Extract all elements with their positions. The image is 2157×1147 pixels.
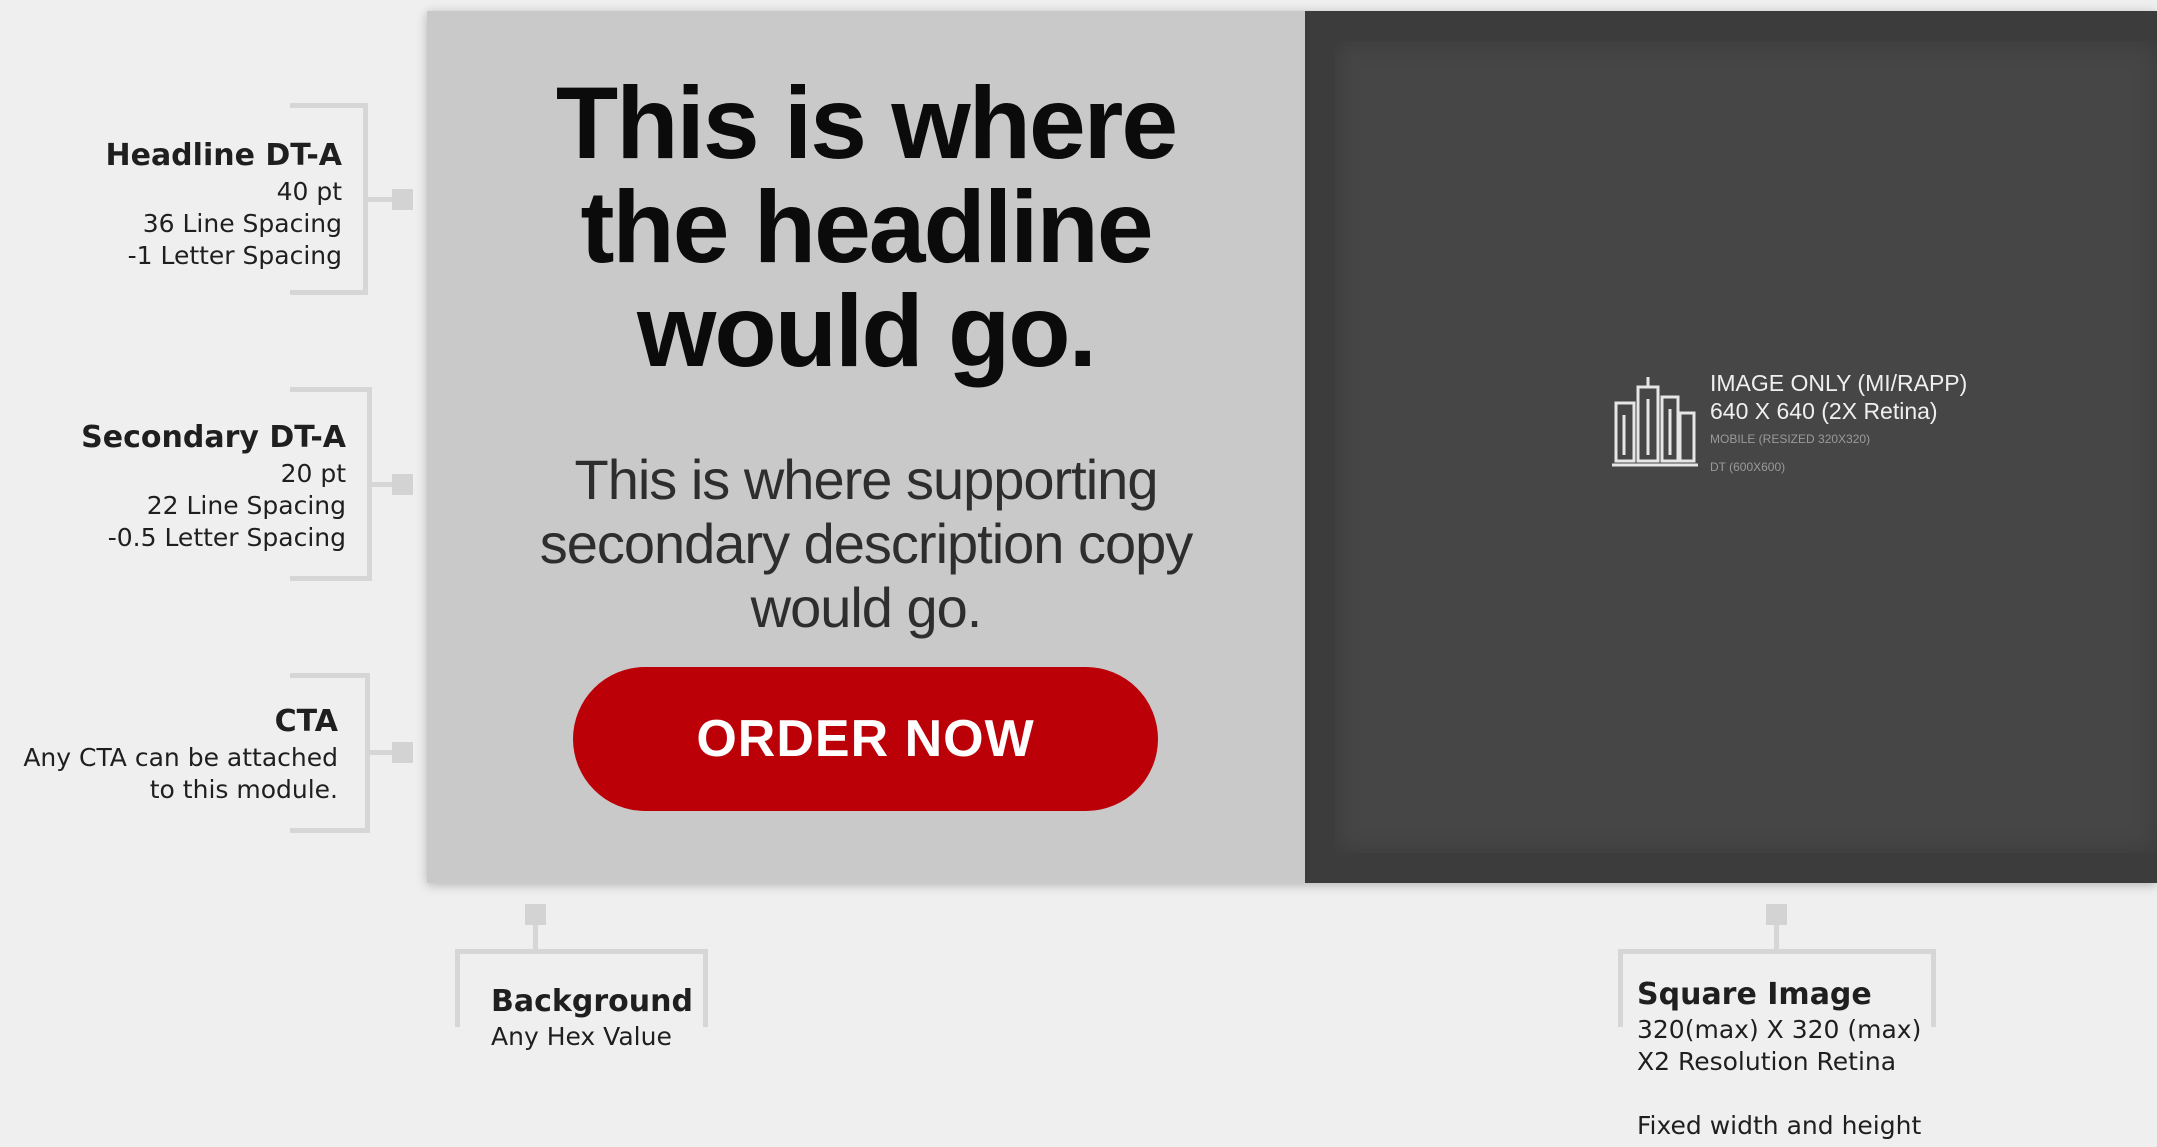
cta-bracket (290, 673, 370, 833)
secondary-node (392, 474, 413, 495)
secondary-bracket (290, 387, 372, 581)
secondary-line-2: secondary description copy (539, 512, 1194, 575)
ad-module: This is where the headline would go. Thi… (427, 11, 2157, 883)
background-annotation-title: Background (491, 984, 693, 1019)
image-spec-text: IMAGE ONLY (MI/RAPP) 640 X 640 (2X Retin… (1710, 369, 1967, 481)
square-image-annotation-line-2: X2 Resolution Retina (1637, 1047, 1897, 1076)
text-panel: This is where the headline would go. Thi… (427, 11, 1305, 883)
image-spec-line-3: MOBILE (RESIZED 320X320) (1710, 432, 1871, 446)
secondary-line-3: would go. (750, 576, 983, 639)
square-image-annotation: Square Image 320(max) X 320 (max) X2 Res… (1637, 976, 1921, 1142)
background-connector (533, 925, 538, 952)
image-spec-line-2: 640 X 640 (2X Retina) (1710, 398, 1938, 424)
cta-connector (370, 750, 392, 755)
secondary-copy: This is where supporting secondary descr… (427, 448, 1305, 640)
image-spec-line-4: DT (600X600) (1710, 460, 1786, 474)
buildings-icon (1612, 377, 1698, 467)
cta-node (392, 742, 413, 763)
square-image-annotation-line-3: Fixed width and height (1637, 1111, 1922, 1140)
headline-connector (368, 197, 392, 202)
secondary-line-1: This is where supporting (574, 448, 1159, 511)
headline-line-3: would go. (637, 274, 1097, 388)
square-image-placeholder: IMAGE ONLY (MI/RAPP) 640 X 640 (2X Retin… (1305, 11, 2157, 883)
background-annotation: Background Any Hex Value (491, 983, 693, 1053)
headline-node (392, 189, 413, 210)
headline-bracket (290, 103, 368, 295)
background-node (525, 904, 546, 925)
background-annotation-line-1: Any Hex Value (491, 1022, 672, 1051)
square-image-node (1766, 904, 1787, 925)
secondary-connector (372, 482, 392, 487)
square-image-annotation-line-1: 320(max) X 320 (max) (1637, 1015, 1922, 1044)
image-spec-line-1: IMAGE ONLY (MI/RAPP) (1710, 370, 1968, 396)
headline-line-2: the headline (580, 170, 1153, 284)
headline-line-1: This is where (555, 66, 1178, 180)
square-image-annotation-title: Square Image (1637, 977, 1872, 1012)
order-now-button[interactable]: ORDER NOW (573, 667, 1158, 811)
square-image-connector (1774, 925, 1779, 952)
headline: This is where the headline would go. (427, 71, 1305, 383)
